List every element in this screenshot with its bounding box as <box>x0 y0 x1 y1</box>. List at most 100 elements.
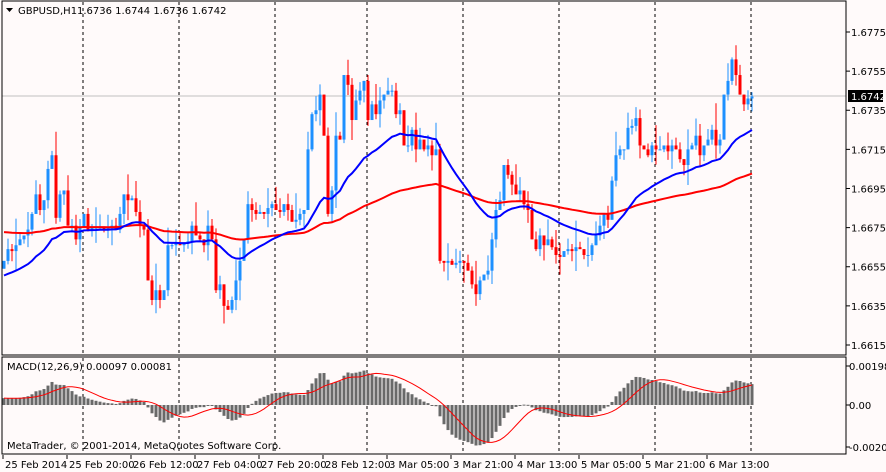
macd-bar <box>406 392 410 405</box>
macd-bar <box>2 398 6 405</box>
bear-candle <box>742 94 746 105</box>
bull-candle <box>62 190 66 195</box>
bull-candle <box>594 235 598 246</box>
macd-bar <box>166 405 170 420</box>
bear-candle <box>510 174 514 185</box>
time-tick-label: 26 Feb 12:00 <box>133 460 199 471</box>
bull-candle <box>486 270 490 275</box>
macd-bar <box>694 391 698 405</box>
bear-candle <box>442 260 446 263</box>
macd-bar <box>106 403 110 405</box>
macd-bar <box>142 401 146 405</box>
macd-bar <box>542 405 546 413</box>
bear-candle <box>534 239 538 250</box>
bear-candle <box>158 290 162 300</box>
bull-candle <box>334 135 338 191</box>
bear-candle <box>578 247 582 250</box>
bear-candle <box>550 239 554 248</box>
macd-bar <box>698 392 702 405</box>
macd-bar <box>90 399 94 405</box>
bull-candle <box>230 299 234 310</box>
macd-bar <box>510 405 514 409</box>
macd-bar <box>638 377 642 405</box>
bull-candle <box>574 247 578 252</box>
macd-label: MACD(12,26,9) 0.00097 0.00081 <box>7 362 172 373</box>
macd-bar <box>94 400 98 405</box>
symbol-label: GBPUSD,H1 <box>18 6 77 17</box>
bull-candle <box>690 145 694 150</box>
bull-candle <box>658 149 662 151</box>
bull-candle <box>162 290 166 300</box>
macd-bar <box>410 394 414 405</box>
bear-candle <box>194 225 198 236</box>
bull-candle <box>670 145 674 152</box>
bull-candle <box>618 149 622 156</box>
bear-candle <box>66 190 70 226</box>
macd-bar <box>658 382 662 405</box>
bull-candle <box>362 80 366 91</box>
bull-candle <box>726 80 730 95</box>
chart-window[interactable]: 1.6775 1.6755 1.6735 1.6715 1.6695 1.6675 1.66… <box>0 0 886 472</box>
bear-candle <box>414 129 418 150</box>
bull-candle <box>494 210 498 240</box>
bull-candle <box>630 125 634 128</box>
macd-bar <box>742 382 746 405</box>
macd-bar <box>78 396 82 405</box>
bear-candle <box>278 210 282 212</box>
macd-bar <box>198 405 202 408</box>
bear-candle <box>350 84 354 121</box>
bull-candle <box>342 75 346 140</box>
macd-bar <box>734 380 738 405</box>
macd-bar <box>526 404 530 406</box>
macd-bar <box>582 405 586 417</box>
price-axis: 1.6775 1.6755 1.6735 1.6715 1.6695 1.6675 1.66… <box>846 28 886 352</box>
macd-bar <box>262 396 266 405</box>
macd-bar <box>498 405 502 426</box>
bull-candle <box>190 225 194 242</box>
bull-candle <box>382 94 386 101</box>
bear-candle <box>474 284 478 295</box>
price-tick-label: 1.6615 <box>851 341 886 352</box>
current-price-label: 1.6742 <box>851 92 886 103</box>
macd-bar <box>146 405 150 408</box>
bull-candle <box>454 262 458 265</box>
macd-bar <box>246 405 250 408</box>
bear-candle <box>570 249 574 252</box>
bull-candle <box>294 219 298 222</box>
bull-candle <box>154 290 158 300</box>
macd-bar <box>506 405 510 413</box>
bull-candle <box>722 94 726 140</box>
bear-candle <box>150 280 154 300</box>
macd-bar <box>210 405 214 406</box>
macd-bar <box>18 397 22 405</box>
macd-bar <box>522 404 526 406</box>
bull-candle <box>318 94 322 111</box>
bull-candle <box>30 213 34 230</box>
bear-candle <box>38 194 42 211</box>
bull-candle <box>390 90 394 92</box>
bull-candle <box>686 149 690 166</box>
bear-candle <box>54 155 58 218</box>
time-tick-label: 28 Feb 12:00 <box>325 460 391 471</box>
bull-candle <box>306 149 310 211</box>
macd-bar <box>502 405 506 419</box>
macd-bar <box>426 403 430 405</box>
bear-candle <box>450 260 454 265</box>
macd-bar <box>702 392 706 405</box>
bear-candle <box>338 135 342 140</box>
bear-candle <box>422 139 426 150</box>
bear-candle <box>682 159 686 166</box>
macd-tick-label: 0.00 <box>849 401 871 412</box>
macd-bar <box>422 401 426 405</box>
macd-bar <box>170 405 174 418</box>
macd-bar <box>590 405 594 416</box>
macd-bar <box>386 378 390 405</box>
macd-bar <box>150 405 154 414</box>
time-tick-label: 25 Feb 2014 <box>5 460 67 471</box>
bear-candle <box>134 198 138 212</box>
bull-candle <box>662 145 666 150</box>
bear-candle <box>646 149 650 156</box>
bull-candle <box>2 260 6 269</box>
macd-bar <box>50 381 54 405</box>
time-tick-label: 25 Feb 20:00 <box>69 460 135 471</box>
